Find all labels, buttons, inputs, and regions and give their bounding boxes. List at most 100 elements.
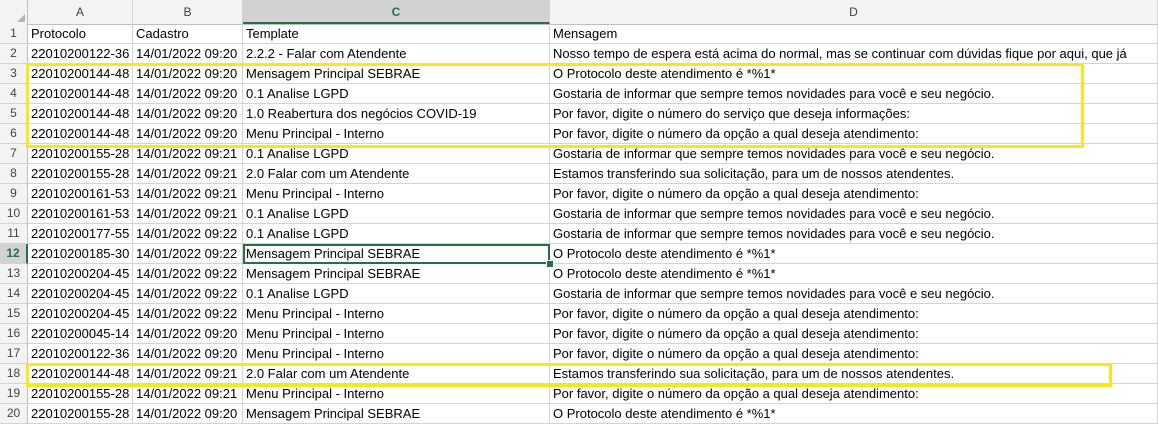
cell-protocolo[interactable]: 22010200155-28 — [28, 164, 133, 184]
cell-mensagem[interactable]: Gostaria de informar que sempre temos no… — [550, 84, 1158, 104]
row-header[interactable]: 7 — [0, 144, 28, 164]
cell-template[interactable]: Mensagem Principal SEBRAE — [243, 64, 550, 84]
cell-protocolo[interactable]: 22010200161-53 — [28, 184, 133, 204]
cell-mensagem[interactable]: Gostaria de informar que sempre temos no… — [550, 204, 1158, 224]
cell-protocolo[interactable]: 22010200144-48 — [28, 84, 133, 104]
cell-protocolo[interactable]: 22010200144-48 — [28, 64, 133, 84]
row-header[interactable]: 20 — [0, 404, 28, 424]
cell-cadastro[interactable]: 14/01/2022 09:20 — [133, 44, 243, 64]
cell-cadastro[interactable]: 14/01/2022 09:20 — [133, 344, 243, 364]
cell-protocolo[interactable]: 22010200185-30 — [28, 244, 133, 264]
cell-template[interactable]: 0.1 Analise LGPD — [243, 144, 550, 164]
row-header[interactable]: 8 — [0, 164, 28, 184]
cell-template[interactable]: Menu Principal - Interno — [243, 384, 550, 404]
cell-protocolo[interactable]: 22010200122-36 — [28, 344, 133, 364]
cell-protocolo[interactable]: 22010200122-36 — [28, 44, 133, 64]
cell-cadastro[interactable]: 14/01/2022 09:21 — [133, 204, 243, 224]
column-header-a[interactable]: A — [28, 0, 133, 24]
header-cell-protocolo[interactable]: Protocolo — [28, 24, 133, 44]
cell-template[interactable]: 0.1 Analise LGPD — [243, 224, 550, 244]
cell-template[interactable]: Menu Principal - Interno — [243, 304, 550, 324]
cell-cadastro[interactable]: 14/01/2022 09:21 — [133, 384, 243, 404]
cell-cadastro[interactable]: 14/01/2022 09:20 — [133, 84, 243, 104]
select-all-corner[interactable] — [0, 0, 28, 24]
row-header[interactable]: 1 — [0, 24, 28, 44]
row-header[interactable]: 10 — [0, 204, 28, 224]
cell-mensagem[interactable]: Por favor, digite o número da opção a qu… — [550, 184, 1158, 204]
cell-cadastro[interactable]: 14/01/2022 09:21 — [133, 184, 243, 204]
cell-protocolo[interactable]: 22010200177-55 — [28, 224, 133, 244]
cell-template[interactable]: 1.0 Reabertura dos negócios COVID-19 — [243, 104, 550, 124]
active-cell[interactable]: Mensagem Principal SEBRAE — [243, 244, 550, 264]
cell-protocolo[interactable]: 22010200204-45 — [28, 284, 133, 304]
cell-mensagem[interactable]: Estamos transferindo sua solicitação, pa… — [550, 164, 1158, 184]
row-header[interactable]: 14 — [0, 284, 28, 304]
cell-template[interactable]: Menu Principal - Interno — [243, 344, 550, 364]
header-cell-mensagem[interactable]: Mensagem — [550, 24, 1158, 44]
cell-template[interactable]: 0.1 Analise LGPD — [243, 204, 550, 224]
cell-cadastro[interactable]: 14/01/2022 09:20 — [133, 104, 243, 124]
cell-protocolo[interactable]: 22010200144-48 — [28, 124, 133, 144]
cell-protocolo[interactable]: 22010200204-45 — [28, 304, 133, 324]
cell-cadastro[interactable]: 14/01/2022 09:21 — [133, 144, 243, 164]
fill-handle[interactable] — [546, 260, 554, 268]
row-header[interactable]: 3 — [0, 64, 28, 84]
cell-protocolo[interactable]: 22010200204-45 — [28, 264, 133, 284]
cell-cadastro[interactable]: 14/01/2022 09:22 — [133, 224, 243, 244]
row-header[interactable]: 12 — [0, 244, 28, 264]
header-cell-template[interactable]: Template — [243, 24, 550, 44]
cell-template[interactable]: 0.1 Analise LGPD — [243, 284, 550, 304]
cell-cadastro[interactable]: 14/01/2022 09:20 — [133, 64, 243, 84]
row-header[interactable]: 6 — [0, 124, 28, 144]
row-header[interactable]: 2 — [0, 44, 28, 64]
cell-mensagem[interactable]: O Protocolo deste atendimento é *%1* — [550, 64, 1158, 84]
cell-mensagem[interactable]: Por favor, digite o número da opção a qu… — [550, 304, 1158, 324]
column-header-b[interactable]: B — [133, 0, 243, 24]
row-header[interactable]: 5 — [0, 104, 28, 124]
cell-cadastro[interactable]: 14/01/2022 09:22 — [133, 284, 243, 304]
cell-mensagem[interactable]: Nosso tempo de espera está acima do norm… — [550, 44, 1158, 64]
cell-template[interactable]: Menu Principal - Interno — [243, 124, 550, 144]
cell-protocolo[interactable]: 22010200144-48 — [28, 364, 133, 384]
row-header[interactable]: 9 — [0, 184, 28, 204]
cell-template[interactable]: Menu Principal - Interno — [243, 324, 550, 344]
cell-template[interactable]: Mensagem Principal SEBRAE — [243, 264, 550, 284]
cell-protocolo[interactable]: 22010200155-28 — [28, 404, 133, 424]
cell-template[interactable]: Menu Principal - Interno — [243, 184, 550, 204]
cell-protocolo[interactable]: 22010200155-28 — [28, 144, 133, 164]
row-header[interactable]: 18 — [0, 364, 28, 384]
cell-mensagem[interactable]: O Protocolo deste atendimento é *%1* — [550, 404, 1158, 424]
cell-cadastro[interactable]: 14/01/2022 09:20 — [133, 324, 243, 344]
cell-mensagem[interactable]: O Protocolo deste atendimento é *%1* — [550, 244, 1158, 264]
cell-cadastro[interactable]: 14/01/2022 09:21 — [133, 164, 243, 184]
cell-mensagem[interactable]: Por favor, digite o número da opção a qu… — [550, 384, 1158, 404]
row-header[interactable]: 17 — [0, 344, 28, 364]
column-header-c[interactable]: C — [243, 0, 550, 24]
row-header[interactable]: 16 — [0, 324, 28, 344]
cell-mensagem[interactable]: Gostaria de informar que sempre temos no… — [550, 224, 1158, 244]
cell-mensagem[interactable]: Estamos transferindo sua solicitação, pa… — [550, 364, 1158, 384]
cell-mensagem[interactable]: Por favor, digite o número da opção a qu… — [550, 124, 1158, 144]
cell-cadastro[interactable]: 14/01/2022 09:22 — [133, 244, 243, 264]
column-header-d[interactable]: D — [550, 0, 1158, 24]
cell-mensagem[interactable]: O Protocolo deste atendimento é *%1* — [550, 264, 1158, 284]
row-header[interactable]: 19 — [0, 384, 28, 404]
cell-cadastro[interactable]: 14/01/2022 09:20 — [133, 404, 243, 424]
cell-template[interactable]: 2.0 Falar com um Atendente — [243, 164, 550, 184]
cell-mensagem[interactable]: Gostaria de informar que sempre temos no… — [550, 284, 1158, 304]
cell-template[interactable]: 2.2.2 - Falar com Atendente — [243, 44, 550, 64]
row-header[interactable]: 13 — [0, 264, 28, 284]
cell-mensagem[interactable]: Por favor, digite o número do serviço qu… — [550, 104, 1158, 124]
header-cell-cadastro[interactable]: Cadastro — [133, 24, 243, 44]
cell-protocolo[interactable]: 22010200161-53 — [28, 204, 133, 224]
cell-template[interactable]: 2.0 Falar com um Atendente — [243, 364, 550, 384]
cell-cadastro[interactable]: 14/01/2022 09:22 — [133, 264, 243, 284]
cell-protocolo[interactable]: 22010200144-48 — [28, 104, 133, 124]
cell-cadastro[interactable]: 14/01/2022 09:20 — [133, 124, 243, 144]
row-header[interactable]: 4 — [0, 84, 28, 104]
cell-template[interactable]: 0.1 Analise LGPD — [243, 84, 550, 104]
cell-protocolo[interactable]: 22010200155-28 — [28, 384, 133, 404]
cell-protocolo[interactable]: 22010200045-14 — [28, 324, 133, 344]
row-header[interactable]: 15 — [0, 304, 28, 324]
cell-cadastro[interactable]: 14/01/2022 09:22 — [133, 304, 243, 324]
